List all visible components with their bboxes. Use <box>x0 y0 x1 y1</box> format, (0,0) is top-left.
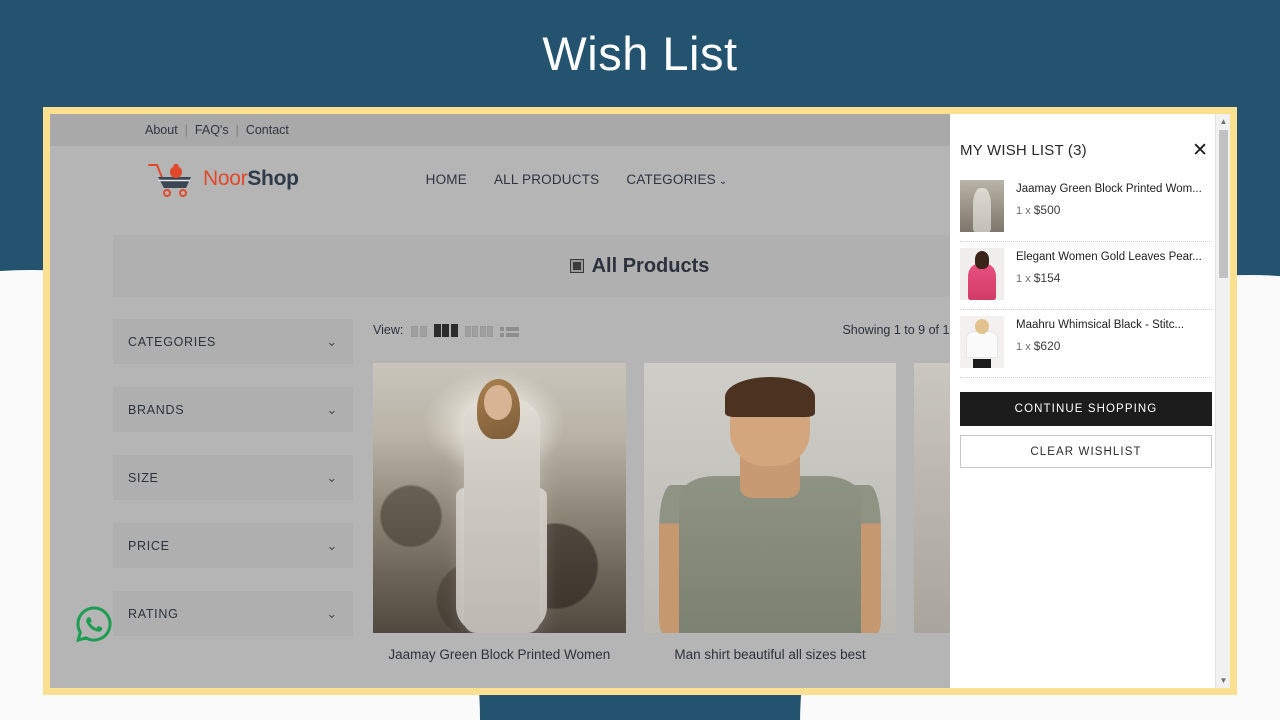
site-logo[interactable]: NoorShop <box>145 160 299 198</box>
filter-categories-label: CATEGORIES <box>128 335 216 349</box>
filter-brands[interactable]: BRANDS ⌄ <box>113 387 353 432</box>
wishlist-item-times: x <box>1025 273 1031 285</box>
topbar-separator-2: | <box>236 123 239 137</box>
product-image <box>644 363 897 633</box>
scroll-up-arrow-icon[interactable]: ▲ <box>1216 114 1230 129</box>
wishlist-panel: MY WISH LIST (3) ✕ Jaamay Green Block Pr… <box>950 114 1230 688</box>
topbar-link-about[interactable]: About <box>145 123 178 137</box>
filter-categories[interactable]: CATEGORIES ⌄ <box>113 319 353 364</box>
scroll-down-arrow-icon[interactable]: ▼ <box>1216 673 1230 688</box>
clear-wishlist-button[interactable]: CLEAR WISHLIST <box>960 435 1212 468</box>
wishlist-header: MY WISH LIST (3) ✕ <box>950 114 1230 174</box>
wishlist-item[interactable]: Maahru Whimsical Black - Stitc... 1 x $6… <box>960 310 1212 378</box>
wishlist-item-times: x <box>1025 205 1031 217</box>
wishlist-title: MY WISH LIST (3) <box>960 142 1087 159</box>
browser-viewport: About | FAQ's | Contact NoorShop <box>50 114 1230 688</box>
chevron-down-icon: ⌄ <box>326 402 338 418</box>
logo-text-shop: Shop <box>247 167 298 190</box>
chevron-down-icon: ⌄ <box>326 334 338 350</box>
wishlist-items: Jaamay Green Block Printed Wom... 1 x $5… <box>950 174 1230 378</box>
wishlist-item-meta: Jaamay Green Block Printed Wom... 1 x $5… <box>1016 180 1202 232</box>
logo-text-noor: Noor <box>203 167 247 190</box>
view-grid-4-col-icon[interactable] <box>465 326 494 337</box>
nav-item-all-products[interactable]: ALL PRODUCTS <box>494 172 599 187</box>
wishlist-item-name: Jaamay Green Block Printed Wom... <box>1016 182 1202 196</box>
product-title: Man shirt beautiful all sizes best <box>644 647 897 662</box>
wishlist-item-amount: $500 <box>1034 203 1061 217</box>
nav-item-categories[interactable]: CATEGORIES⌄ <box>626 172 727 187</box>
chevron-down-icon: ⌄ <box>326 470 338 486</box>
filter-brands-label: BRANDS <box>128 403 184 417</box>
topbar-link-contact[interactable]: Contact <box>246 123 289 137</box>
view-grid-2-col-icon[interactable] <box>411 326 427 337</box>
page-title: All Products <box>592 255 710 278</box>
whatsapp-icon[interactable] <box>74 604 114 644</box>
product-card[interactable]: Jaamay Green Block Printed Women <box>373 363 626 662</box>
filter-size[interactable]: SIZE ⌄ <box>113 455 353 500</box>
topbar-link-faqs[interactable]: FAQ's <box>195 123 229 137</box>
nav-item-home[interactable]: HOME <box>426 172 467 187</box>
view-list-icon[interactable] <box>500 327 519 337</box>
continue-shopping-button[interactable]: CONTINUE SHOPPING <box>960 392 1212 426</box>
wishlist-item[interactable]: Jaamay Green Block Printed Wom... 1 x $5… <box>960 174 1212 242</box>
wishlist-item-amount: $154 <box>1034 271 1061 285</box>
close-icon[interactable]: ✕ <box>1192 141 1208 160</box>
wishlist-item-meta: Elegant Women Gold Leaves Pear... 1 x $1… <box>1016 248 1202 300</box>
slide-title: Wish List <box>0 0 1280 107</box>
filter-price[interactable]: PRICE ⌄ <box>113 523 353 568</box>
filter-sidebar: CATEGORIES ⌄ BRANDS ⌄ SIZE ⌄ PRICE ⌄ RAT… <box>113 319 353 662</box>
scrollbar-thumb[interactable] <box>1219 130 1228 278</box>
product-image <box>373 363 626 633</box>
filter-rating-label: RATING <box>128 607 179 621</box>
wishlist-item-thumbnail <box>960 248 1004 300</box>
view-label: View: <box>373 323 403 337</box>
wishlist-item-qty: 1 <box>1016 273 1022 285</box>
chevron-down-icon: ⌄ <box>326 606 338 622</box>
logo-wordmark: NoorShop <box>203 167 299 191</box>
filter-price-label: PRICE <box>128 539 170 553</box>
wishlist-actions: CONTINUE SHOPPING CLEAR WISHLIST <box>950 378 1230 468</box>
chevron-down-icon: ⌄ <box>719 176 728 187</box>
wishlist-item-price: 1 x $154 <box>1016 271 1202 285</box>
wishlist-item-amount: $620 <box>1034 339 1061 353</box>
wishlist-item[interactable]: Elegant Women Gold Leaves Pear... 1 x $1… <box>960 242 1212 310</box>
wishlist-item-thumbnail <box>960 316 1004 368</box>
wishlist-item-thumbnail <box>960 180 1004 232</box>
topbar-separator-1: | <box>185 123 188 137</box>
product-card[interactable]: Man shirt beautiful all sizes best <box>644 363 897 662</box>
view-grid-3-col-icon[interactable] <box>434 324 458 337</box>
wishlist-item-meta: Maahru Whimsical Black - Stitc... 1 x $6… <box>1016 316 1184 368</box>
wishlist-item-price: 1 x $620 <box>1016 339 1184 353</box>
wishlist-scrollbar[interactable]: ▲ ▼ <box>1215 114 1230 688</box>
wishlist-item-times: x <box>1025 341 1031 353</box>
screenshot-frame: About | FAQ's | Contact NoorShop <box>43 107 1237 695</box>
wishlist-item-price: 1 x $500 <box>1016 203 1202 217</box>
nav-item-categories-label: CATEGORIES <box>626 172 716 187</box>
product-title: Jaamay Green Block Printed Women <box>373 647 626 662</box>
filter-rating[interactable]: RATING ⌄ <box>113 591 353 636</box>
square-bullet-icon <box>571 260 583 272</box>
wishlist-item-qty: 1 <box>1016 205 1022 217</box>
chevron-down-icon: ⌄ <box>326 538 338 554</box>
view-mode-switcher <box>411 324 519 337</box>
wishlist-item-qty: 1 <box>1016 341 1022 353</box>
filter-size-label: SIZE <box>128 471 159 485</box>
wishlist-item-name: Maahru Whimsical Black - Stitc... <box>1016 318 1184 332</box>
wishlist-item-name: Elegant Women Gold Leaves Pear... <box>1016 250 1202 264</box>
shopping-cart-icon <box>145 160 197 198</box>
main-navigation: HOME ALL PRODUCTS CATEGORIES⌄ <box>426 172 728 187</box>
